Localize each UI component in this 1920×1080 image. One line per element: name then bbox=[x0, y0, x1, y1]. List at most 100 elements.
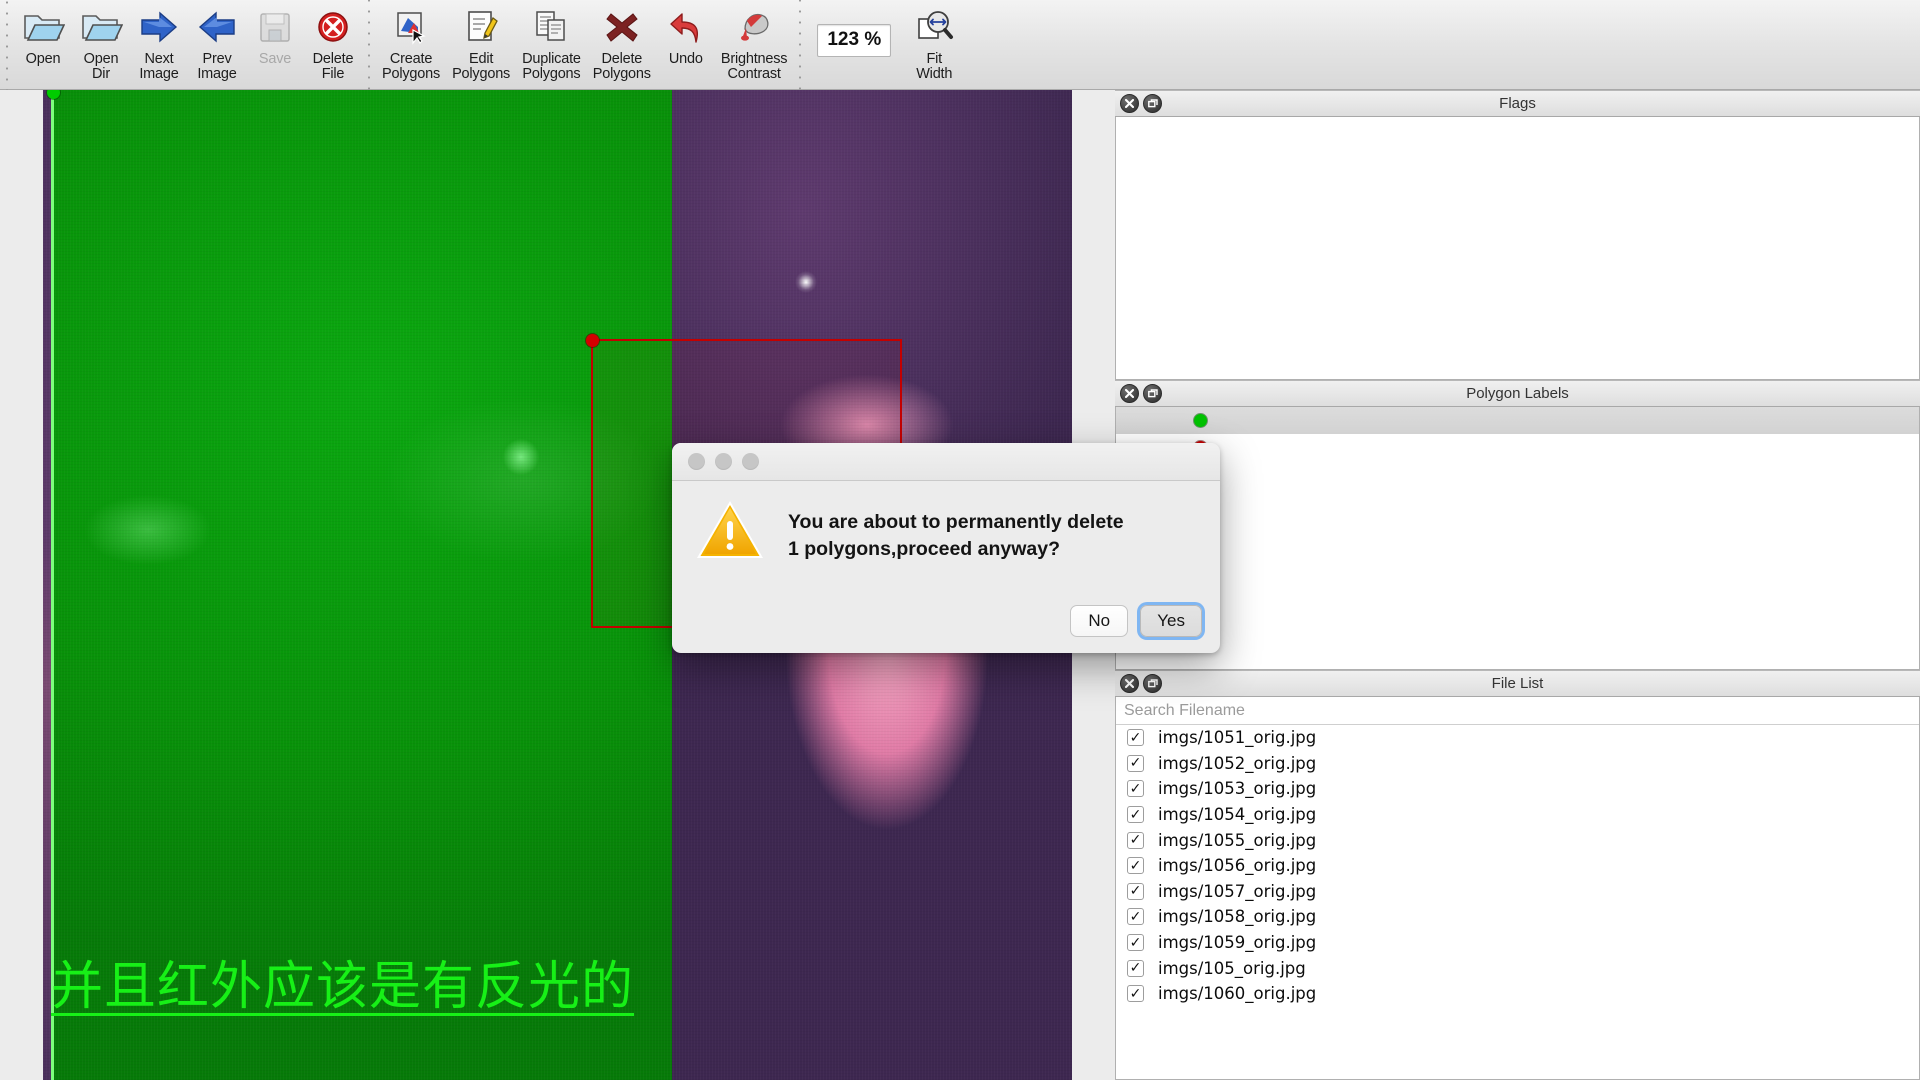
toolbar-button-delete-polygons[interactable]: Delete Polygons bbox=[587, 0, 657, 88]
close-icon[interactable] bbox=[1120, 674, 1139, 693]
floppy-disk-icon bbox=[256, 4, 294, 50]
toolbar-label-delete-file: Delete File bbox=[312, 51, 354, 82]
dialog-maximize-icon[interactable] bbox=[742, 453, 759, 470]
file-list-row[interactable]: ✓ imgs/1058_orig.jpg bbox=[1116, 904, 1919, 930]
toolbar-label-open-dir: Open Dir bbox=[83, 51, 119, 82]
toolbar-button-create-polygons[interactable]: Create Polygons bbox=[376, 0, 446, 88]
polygon-labels-panel-body[interactable] bbox=[1115, 407, 1920, 670]
toolbar-label-duplicate-polygons: Duplicate Polygons bbox=[522, 51, 581, 82]
dialog-close-icon[interactable] bbox=[688, 453, 705, 470]
edit-pencil-icon bbox=[461, 4, 501, 50]
x-cross-icon bbox=[602, 4, 642, 50]
undock-icon[interactable] bbox=[1143, 384, 1162, 403]
green-polygon-edge[interactable] bbox=[51, 90, 54, 1080]
toolbar-button-save[interactable]: Save bbox=[246, 0, 304, 88]
file-name-label: imgs/1053_orig.jpg bbox=[1158, 779, 1317, 799]
file-checkbox[interactable]: ✓ bbox=[1127, 959, 1144, 977]
toolbar-label-edit-polygons: Edit Polygons bbox=[452, 51, 511, 82]
file-checkbox[interactable]: ✓ bbox=[1127, 806, 1144, 824]
main-toolbar: Open Open Dir Next Image Prev Image Save… bbox=[0, 0, 1920, 90]
image-left-edge-strip bbox=[43, 90, 51, 1080]
search-input[interactable] bbox=[1116, 697, 1919, 725]
file-list-panel-title: File List bbox=[1491, 675, 1544, 692]
polygon-labels-panel: Polygon Labels bbox=[1115, 380, 1920, 670]
file-checkbox[interactable]: ✓ bbox=[1127, 729, 1144, 747]
file-list-row[interactable]: ✓ imgs/105_orig.jpg bbox=[1116, 955, 1919, 981]
zoom-level-input[interactable]: 123 % bbox=[817, 24, 892, 57]
close-icon[interactable] bbox=[1120, 94, 1139, 113]
flags-panel-title: Flags bbox=[1499, 95, 1536, 112]
polygon-color-dot-green bbox=[1194, 414, 1207, 427]
file-name-label: imgs/1056_orig.jpg bbox=[1158, 856, 1317, 876]
file-list-row[interactable]: ✓ imgs/1051_orig.jpg bbox=[1116, 725, 1919, 751]
list-item[interactable] bbox=[1116, 407, 1919, 434]
file-list-row[interactable]: ✓ imgs/1052_orig.jpg bbox=[1116, 751, 1919, 777]
file-list-row[interactable]: ✓ imgs/1060_orig.jpg bbox=[1116, 981, 1919, 1007]
toolbar-label-prev-image: Prev Image bbox=[197, 51, 237, 82]
no-button[interactable]: No bbox=[1070, 605, 1129, 637]
toolbar-label-save: Save bbox=[258, 51, 292, 67]
file-checkbox[interactable]: ✓ bbox=[1127, 908, 1144, 926]
yes-button[interactable]: Yes bbox=[1140, 605, 1202, 637]
toolbar-button-brightness-contrast[interactable]: Brightness Contrast bbox=[715, 0, 794, 88]
dialog-titlebar[interactable] bbox=[672, 443, 1220, 481]
file-list-row[interactable]: ✓ imgs/1054_orig.jpg bbox=[1116, 802, 1919, 828]
toolbar-separator-2 bbox=[793, 0, 808, 90]
flags-panel: Flags bbox=[1115, 90, 1920, 380]
file-checkbox[interactable]: ✓ bbox=[1127, 831, 1144, 849]
file-checkbox[interactable]: ✓ bbox=[1127, 780, 1144, 798]
polygon-labels-panel-title: Polygon Labels bbox=[1466, 385, 1569, 402]
toolbar-separator-1 bbox=[362, 0, 376, 90]
file-list-row[interactable]: ✓ imgs/1059_orig.jpg bbox=[1116, 930, 1919, 956]
toolbar-button-duplicate-polygons[interactable]: Duplicate Polygons bbox=[516, 0, 587, 88]
file-name-label: imgs/105_orig.jpg bbox=[1158, 958, 1306, 978]
warning-triangle-icon bbox=[694, 497, 766, 568]
toolbar-button-undo[interactable]: Undo bbox=[657, 0, 715, 88]
toolbar-label-fit-width: Fit Width bbox=[916, 51, 953, 82]
dialog-minimize-icon[interactable] bbox=[715, 453, 732, 470]
file-name-label: imgs/1060_orig.jpg bbox=[1158, 984, 1317, 1004]
duplicate-pages-icon bbox=[531, 4, 571, 50]
toolbar-button-open[interactable]: Open bbox=[14, 0, 72, 88]
file-checkbox[interactable]: ✓ bbox=[1127, 985, 1144, 1003]
file-name-label: imgs/1058_orig.jpg bbox=[1158, 907, 1317, 927]
file-checkbox[interactable]: ✓ bbox=[1127, 882, 1144, 900]
toolbar-drag-handle[interactable] bbox=[0, 0, 14, 90]
list-item[interactable] bbox=[1116, 434, 1919, 461]
file-checkbox[interactable]: ✓ bbox=[1127, 754, 1144, 772]
toolbar-button-delete-file[interactable]: Delete File bbox=[304, 0, 362, 88]
toolbar-button-open-dir[interactable]: Open Dir bbox=[72, 0, 130, 88]
flags-panel-header: Flags bbox=[1115, 90, 1920, 117]
file-list-row[interactable]: ✓ imgs/1053_orig.jpg bbox=[1116, 776, 1919, 802]
file-list-row[interactable]: ✓ imgs/1057_orig.jpg bbox=[1116, 879, 1919, 905]
file-list-row[interactable]: ✓ imgs/1055_orig.jpg bbox=[1116, 827, 1919, 853]
flags-panel-body[interactable] bbox=[1115, 117, 1920, 380]
dialog-body: You are about to permanently delete 1 po… bbox=[672, 481, 1220, 568]
dialog-message: You are about to permanently delete 1 po… bbox=[788, 511, 1124, 560]
file-checkbox[interactable]: ✓ bbox=[1127, 857, 1144, 875]
arrow-right-icon bbox=[138, 4, 180, 50]
right-dock: Flags Polygon Labels File List Search Fi… bbox=[1115, 90, 1920, 1080]
brightness-contrast-icon bbox=[733, 4, 775, 50]
toolbar-button-next-image[interactable]: Next Image bbox=[130, 0, 188, 88]
file-list[interactable]: ✓ imgs/1051_orig.jpg ✓ imgs/1052_orig.jpg ✓ i… bbox=[1116, 725, 1919, 1007]
undock-icon[interactable] bbox=[1143, 674, 1162, 693]
toolbar-button-fit-width[interactable]: Fit Width bbox=[905, 0, 963, 88]
toolbar-button-prev-image[interactable]: Prev Image bbox=[188, 0, 246, 88]
arrow-left-icon bbox=[196, 4, 238, 50]
toolbar-button-edit-polygons[interactable]: Edit Polygons bbox=[446, 0, 516, 88]
file-checkbox[interactable]: ✓ bbox=[1127, 934, 1144, 952]
file-list-row[interactable]: ✓ imgs/1056_orig.jpg bbox=[1116, 853, 1919, 879]
image-region-green bbox=[43, 90, 672, 1080]
file-name-label: imgs/1051_orig.jpg bbox=[1158, 728, 1317, 748]
toolbar-label-delete-polygons: Delete Polygons bbox=[592, 51, 651, 82]
image-annotation-text: 并且红外应该是有反光的 bbox=[51, 957, 635, 1018]
close-icon[interactable] bbox=[1120, 384, 1139, 403]
toolbar-label-undo: Undo bbox=[668, 51, 703, 67]
file-name-label: imgs/1059_orig.jpg bbox=[1158, 933, 1317, 953]
open-dir-folder-icon bbox=[79, 4, 123, 50]
undock-icon[interactable] bbox=[1143, 94, 1162, 113]
file-name-label: imgs/1052_orig.jpg bbox=[1158, 753, 1317, 773]
fit-width-magnifier-icon bbox=[913, 4, 955, 50]
polygon-vertex-top-left[interactable] bbox=[586, 334, 599, 347]
